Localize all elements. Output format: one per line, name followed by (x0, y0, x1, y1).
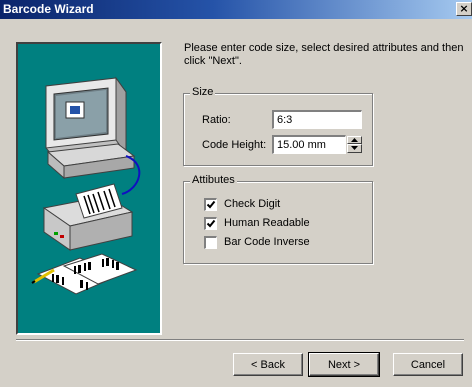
spin-up-button[interactable] (347, 136, 362, 144)
close-button[interactable]: × (456, 2, 472, 16)
size-groupbox: Size Ratio: 6:3 Code Height: 15.00 mm (183, 86, 373, 166)
computer-printer-barcode-illustration (31, 76, 141, 295)
title-bar: Barcode Wizard × (0, 0, 472, 19)
spin-down-button[interactable] (347, 144, 362, 153)
ratio-input[interactable]: 6:3 (272, 110, 362, 129)
bar-code-inverse-checkbox[interactable] (204, 236, 217, 249)
instructions-text: Please enter code size, select desired a… (184, 42, 464, 67)
window-title: Barcode Wizard (3, 2, 94, 16)
spin-up-arrow-icon (351, 138, 358, 142)
checkmark-icon (206, 200, 216, 209)
check-digit-checkbox[interactable] (204, 198, 217, 211)
button-separator (16, 339, 464, 341)
check-digit-label: Check Digit (224, 198, 281, 210)
wizard-illustration-panel (16, 42, 162, 335)
checkmark-icon (206, 219, 216, 228)
attributes-groupbox: Attibutes Check Digit Human Readable Bar… (183, 174, 373, 264)
bar-code-inverse-label: Bar Code Inverse (224, 236, 310, 248)
code-height-input[interactable]: 15.00 mm (272, 135, 346, 154)
attributes-group-legend: Attibutes (190, 174, 237, 186)
size-group-legend: Size (190, 86, 216, 98)
close-icon: × (459, 2, 469, 15)
back-button[interactable]: < Back (233, 353, 303, 376)
spin-down-arrow-icon (351, 146, 358, 150)
human-readable-checkbox[interactable] (204, 217, 217, 230)
human-readable-label: Human Readable (224, 217, 310, 229)
next-button[interactable]: Next > (308, 352, 380, 377)
code-height-spinner[interactable] (347, 136, 362, 153)
ratio-label: Ratio: (202, 114, 231, 126)
cancel-button[interactable]: Cancel (393, 353, 463, 376)
code-height-label: Code Height: (202, 139, 267, 151)
